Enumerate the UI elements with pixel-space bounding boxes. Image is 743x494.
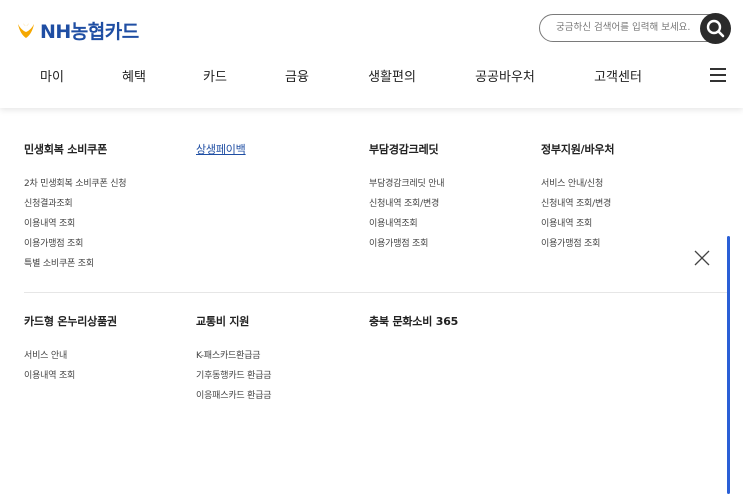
nav-item-benefits[interactable]: 혜택 [122, 66, 146, 85]
logo-text: NH농협카드 [40, 21, 139, 43]
menu-link[interactable]: 신청결과조회 [24, 198, 126, 218]
nav-item-living[interactable]: 생활편의 [368, 66, 416, 85]
column-title[interactable]: 충북 문화소비 365 [369, 313, 458, 329]
menu-link[interactable]: 이용가맹점 조회 [541, 238, 614, 258]
hamburger-icon[interactable] [710, 68, 726, 82]
search-input[interactable]: 궁금하신 검색어를 입력해 보세요. [539, 14, 723, 42]
main-nav: 마이 혜택 카드 금융 생활편의 공공바우처 고객센터 [0, 66, 743, 90]
menu-column-credit: 부담경감크레딧 부담경감크레딧 안내 신청내역 조회/변경 이용내역조회 이용가… [369, 141, 445, 258]
menu-link[interactable]: K-패스카드환급금 [196, 350, 271, 370]
menu-column-transport: 교통비 지원 K-패스카드환급금 기후동행카드 환급금 이응패스카드 환급금 [196, 313, 272, 410]
nav-item-my[interactable]: 마이 [40, 66, 64, 85]
column-title-active[interactable]: 상생페이백 [196, 141, 246, 157]
menu-link[interactable]: 이용내역조회 [369, 218, 444, 238]
row-divider [24, 292, 727, 293]
column-title[interactable]: 교통비 지원 [196, 313, 271, 329]
menu-link[interactable]: 특별 소비쿠폰 조회 [24, 258, 126, 278]
close-icon[interactable] [694, 250, 710, 266]
menu-column-onnuri: 카드형 온누리상품권 서비스 안내 이용내역 조회 [24, 313, 117, 390]
menu-link[interactable]: 이용내역 조회 [24, 218, 126, 238]
menu-link[interactable]: 이용내역 조회 [541, 218, 614, 238]
menu-link[interactable]: 이응패스카드 환급금 [196, 390, 272, 410]
column-title[interactable]: 민생회복 소비쿠폰 [24, 141, 126, 157]
nh-card-logo[interactable]: NH농협카드 [15, 17, 139, 44]
menu-link[interactable]: 이용가맹점 조회 [24, 238, 126, 258]
column-title[interactable]: 정부지원/바우처 [541, 141, 614, 157]
search-icon [706, 19, 725, 38]
menu-column-payback: 상생페이백 [196, 141, 246, 157]
nh-logo-icon [18, 22, 34, 38]
nav-item-finance[interactable]: 금융 [285, 66, 309, 85]
column-title[interactable]: 카드형 온누리상품권 [24, 313, 117, 329]
nav-item-card[interactable]: 카드 [203, 66, 227, 85]
menu-column-gov-voucher: 정부지원/바우처 서비스 안내/신청 신청내역 조회/변경 이용내역 조회 이용… [541, 141, 614, 258]
menu-link[interactable]: 2차 민생회복 소비쿠폰 신청 [24, 178, 127, 198]
site-header: NH농협카드 궁금하신 검색어를 입력해 보세요. 마이 혜택 카드 금융 생활… [0, 0, 743, 108]
menu-link[interactable]: 이용내역 조회 [24, 370, 117, 390]
search-box: 궁금하신 검색어를 입력해 보세요. [539, 13, 731, 44]
column-title[interactable]: 부담경감크레딧 [369, 141, 444, 157]
menu-link[interactable]: 신청내역 조회/변경 [541, 198, 614, 218]
menu-link[interactable]: 기후동행카드 환급금 [196, 370, 272, 390]
menu-link[interactable]: 서비스 안내 [24, 350, 117, 370]
menu-link[interactable]: 부담경감크레딧 안내 [369, 178, 445, 198]
menu-link[interactable]: 신청내역 조회/변경 [369, 198, 444, 218]
menu-column-consumption-coupon: 민생회복 소비쿠폰 2차 민생회복 소비쿠폰 신청 신청결과조회 이용내역 조회… [24, 141, 127, 278]
scrollbar-thumb[interactable] [727, 236, 730, 494]
nav-item-customer-center[interactable]: 고객센터 [594, 66, 642, 85]
menu-column-culture: 충북 문화소비 365 [369, 313, 458, 329]
menu-link[interactable]: 이용가맹점 조회 [369, 238, 444, 258]
mega-menu-panel: 민생회복 소비쿠폰 2차 민생회복 소비쿠폰 신청 신청결과조회 이용내역 조회… [0, 108, 743, 494]
menu-link[interactable]: 서비스 안내/신청 [541, 178, 614, 198]
nav-item-public-voucher[interactable]: 공공바우처 [475, 66, 535, 85]
search-button[interactable] [700, 13, 731, 44]
